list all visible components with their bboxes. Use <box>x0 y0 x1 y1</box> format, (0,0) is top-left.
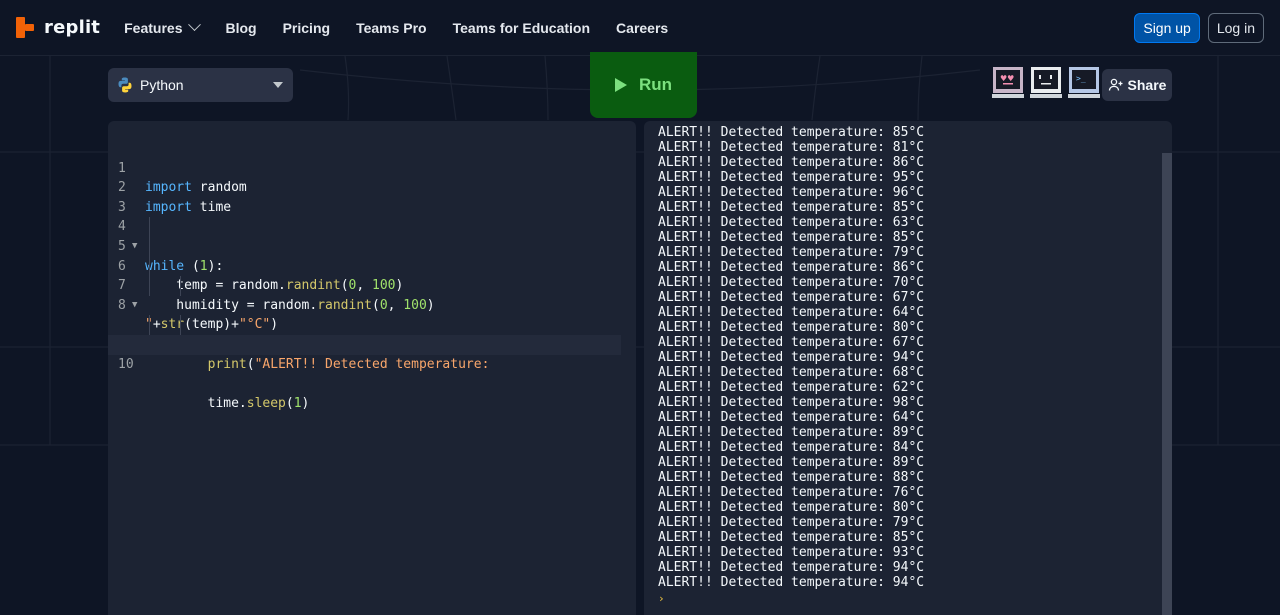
nav-link-label: Blog <box>225 19 257 36</box>
console-line: ALERT!! Detected temperature: 85°C <box>658 125 925 140</box>
console-line: ALERT!! Detected temperature: 70°C <box>658 275 925 290</box>
console-lines: ALERT!! Detected temperature: 85°C ALERT!… <box>658 125 1172 590</box>
replit-logo[interactable]: replit <box>16 16 101 39</box>
console-line: ALERT!! Detected temperature: 67°C <box>658 335 925 350</box>
console-line: ALERT!! Detected temperature: 81°C <box>658 140 925 155</box>
svg-text:♥♥: ♥♥ <box>1000 74 1014 83</box>
console-line: ALERT!! Detected temperature: 63°C <box>658 215 925 230</box>
code-editor[interactable]: 1 import random 2 import time 3 4 ▼ whil… <box>108 121 636 615</box>
console-line: ALERT!! Detected temperature: 76°C <box>658 485 925 500</box>
console-line: ALERT!! Detected temperature: 68°C <box>658 365 925 380</box>
smug-monitor-icon: >_ <box>1068 67 1100 98</box>
nav-link-label: Pricing <box>282 19 331 36</box>
code-line: 9 time.sleep(1) <box>108 315 636 411</box>
console-line: ALERT!! Detected temperature: 86°C <box>658 260 925 275</box>
chevron-down-icon <box>188 18 202 32</box>
heart-eyes-monitor-icon: ♥♥ <box>992 67 1024 98</box>
nav-link-careers[interactable]: Careers <box>616 20 668 36</box>
console-line: ALERT!! Detected temperature: 85°C <box>658 230 925 245</box>
code-line: 4 ▼ while (1): <box>118 219 224 274</box>
presence-avatars: ♥♥ >_ <box>991 66 1101 100</box>
console-line: ALERT!! Detected temperature: 85°C <box>658 200 925 215</box>
code-line: 3 <box>108 178 636 215</box>
nav-link-label: Features <box>124 19 183 36</box>
nav-link-blog[interactable]: Blog <box>225 20 256 36</box>
console-line: ALERT!! Detected temperature: 79°C <box>658 515 925 530</box>
console-line: ALERT!! Detected temperature: 94°C <box>658 560 925 575</box>
code-line: 6 humidity = random.randint(0, 100) <box>108 236 636 313</box>
console-line: ALERT!! Detected temperature: 80°C <box>658 320 925 335</box>
nav-link-label: Careers <box>616 19 669 36</box>
console-line: ALERT!! Detected temperature: 79°C <box>658 245 925 260</box>
console-prompt[interactable]: › <box>658 591 1172 606</box>
nav-link-pricing[interactable]: Pricing <box>283 20 330 36</box>
nav-link-teams-pro[interactable]: Teams Pro <box>356 20 427 36</box>
console-line: ALERT!! Detected temperature: 88°C <box>658 470 925 485</box>
add-user-icon <box>1108 78 1123 91</box>
code-line: 1 import random <box>118 160 247 196</box>
brand-name: replit <box>44 17 101 38</box>
console-line: ALERT!! Detected temperature: 96°C <box>658 185 925 200</box>
nav-link-label: Teams Pro <box>356 19 427 36</box>
replit-logo-icon <box>16 16 36 39</box>
console-line: ALERT!! Detected temperature: 62°C <box>658 380 925 395</box>
code-line: 2 import time <box>118 180 232 215</box>
play-icon <box>614 78 627 92</box>
console-line: ALERT!! Detected temperature: 64°C <box>658 410 925 425</box>
share-label: Share <box>1127 77 1167 93</box>
console-line: ALERT!! Detected temperature: 80°C <box>658 500 925 515</box>
code-line: 5 temp = random.randint(0, 100) <box>108 217 636 293</box>
code-line: 7 ▼ if temp>60: <box>108 256 636 352</box>
nav-link-features[interactable]: Features <box>124 18 202 36</box>
console-line: ALERT!! Detected temperature: 95°C <box>658 170 925 185</box>
signup-button[interactable]: Sign up <box>1134 12 1200 43</box>
line-number: 10 <box>118 356 134 372</box>
python-icon <box>118 77 132 93</box>
language-select[interactable]: Python <box>108 68 293 102</box>
code-line: "+str(temp)+"°C") <box>145 317 279 333</box>
console-line: ALERT!! Detected temperature: 89°C <box>658 425 925 440</box>
neutral-monitor-icon <box>1030 67 1062 98</box>
console-line: ALERT!! Detected temperature: 84°C <box>658 440 925 455</box>
share-button[interactable]: Share <box>1102 69 1172 101</box>
console-line: ALERT!! Detected temperature: 85°C <box>658 530 925 545</box>
console-line: ALERT!! Detected temperature: 64°C <box>658 305 925 320</box>
console-line: ALERT!! Detected temperature: 94°C <box>658 575 925 590</box>
run-label: Run <box>638 75 673 94</box>
console-line: ALERT!! Detected temperature: 93°C <box>658 545 925 560</box>
nav-link-teams-education[interactable]: Teams for Education <box>453 20 590 36</box>
console-line: ALERT!! Detected temperature: 86°C <box>658 155 925 170</box>
code-line-active: 10 <box>108 334 621 372</box>
login-button[interactable]: Log in <box>1207 12 1264 43</box>
run-button[interactable]: Run <box>590 52 697 118</box>
console-output[interactable]: ALERT!! Detected temperature: 85°C ALERT!… <box>644 121 1172 615</box>
top-nav: replit Features Blog Pricing Teams Pro T… <box>0 0 1280 56</box>
console-line: ALERT!! Detected temperature: 89°C <box>658 455 925 470</box>
svg-text:>_: >_ <box>1076 74 1086 83</box>
dropdown-caret-icon <box>273 82 283 88</box>
language-label: Python <box>140 77 184 93</box>
console-line: ALERT!! Detected temperature: 94°C <box>658 350 925 365</box>
console-scrollbar[interactable] <box>1162 153 1172 615</box>
console-line: ALERT!! Detected temperature: 98°C <box>658 395 925 410</box>
nav-link-label: Teams for Education <box>452 19 591 36</box>
console-line: ALERT!! Detected temperature: 67°C <box>658 290 925 305</box>
code-line: 8 print("ALERT!! Detected temperature: <box>108 276 636 372</box>
